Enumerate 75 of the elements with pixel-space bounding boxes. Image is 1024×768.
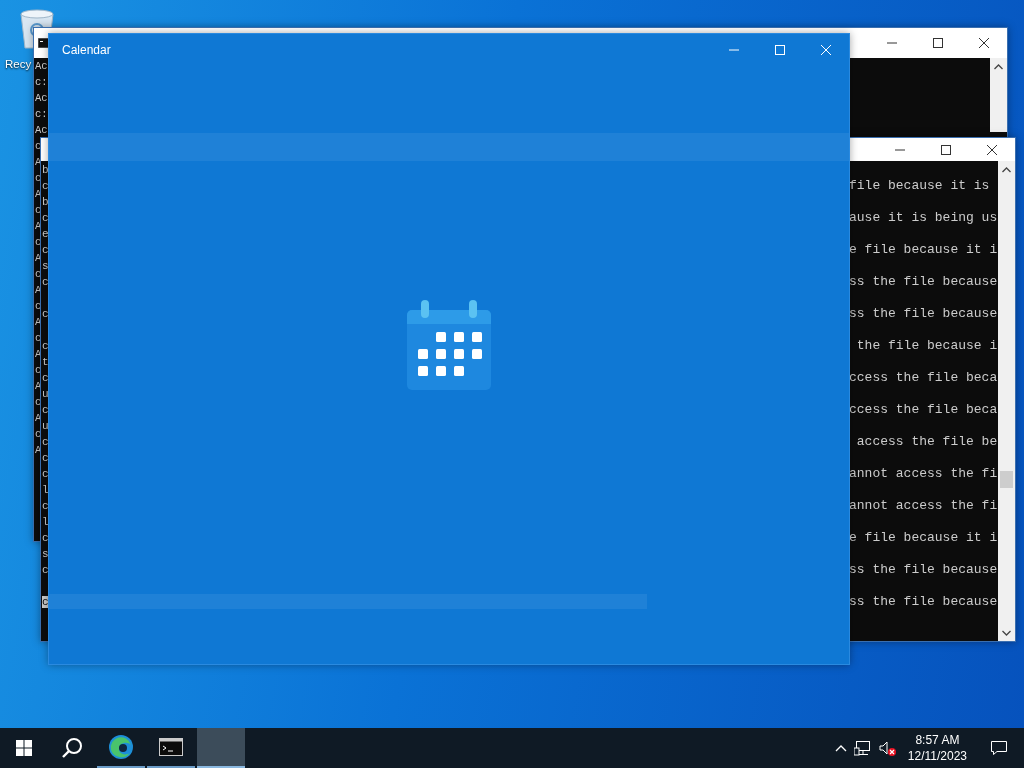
console-text: ss the file because	[849, 594, 998, 610]
console-text: c	[42, 308, 49, 320]
scroll-up-icon[interactable]	[994, 64, 1003, 70]
scroll-thumb[interactable]	[1000, 471, 1013, 488]
console-line: c	[35, 299, 42, 314]
close-icon[interactable]	[987, 144, 997, 155]
window-title: Calendar	[62, 43, 111, 57]
console-line: c	[35, 331, 42, 346]
console-line: c	[35, 267, 42, 282]
clock[interactable]: 8:57 AM 12/11/2023	[907, 732, 967, 764]
terminal-icon[interactable]	[159, 738, 183, 756]
text-selection: c	[42, 596, 49, 608]
console-text: access the file be	[855, 434, 998, 450]
console-line: Ac	[35, 123, 48, 138]
console-text: c	[42, 468, 49, 480]
console-line: c	[35, 203, 42, 218]
console-text: c	[42, 276, 49, 288]
console-text: s	[42, 548, 49, 560]
console-text: u	[42, 388, 49, 400]
console-line: c	[35, 395, 42, 410]
console-text: c	[42, 244, 49, 256]
console-text: ss the file because	[849, 562, 998, 578]
console-text: c	[42, 404, 49, 416]
search-icon[interactable]	[61, 737, 83, 759]
console-text: c	[42, 564, 49, 576]
console-text: ause it is being us	[849, 210, 998, 226]
console-text: b	[42, 164, 49, 176]
console-text: ss the file because	[849, 306, 998, 322]
network-icon[interactable]	[853, 740, 872, 756]
close-icon[interactable]	[979, 38, 989, 48]
scroll-down-icon[interactable]	[1002, 630, 1011, 636]
console-text: l	[42, 484, 49, 496]
calendar-icon	[406, 300, 492, 392]
console-line: Ac	[35, 59, 48, 74]
console-text: u	[42, 420, 49, 432]
chevron-up-icon[interactable]	[834, 744, 847, 752]
console-text: e	[42, 228, 49, 240]
console-text: ss the file because	[849, 274, 998, 290]
console-text: s	[42, 260, 49, 272]
console-line: c:	[35, 107, 48, 122]
console-line: c	[35, 171, 42, 186]
console-text: ccess the file beca	[849, 370, 998, 386]
console-text: c	[42, 212, 49, 224]
maximize-icon[interactable]	[933, 38, 943, 48]
console-text: annot access the fi	[849, 466, 998, 482]
edge-icon[interactable]	[108, 734, 134, 760]
console-text: file because it is	[849, 178, 990, 194]
console-text: b	[42, 196, 49, 208]
console-text: c	[42, 500, 49, 512]
console-line: c:	[35, 75, 48, 90]
console-text: c	[42, 372, 49, 384]
console-text: c	[42, 452, 49, 464]
console-text: e file because it i	[849, 242, 998, 258]
console-text: c	[42, 180, 49, 192]
notification-icon[interactable]	[990, 740, 1008, 756]
volume-icon[interactable]	[878, 740, 897, 756]
maximize-icon[interactable]	[941, 144, 951, 155]
console-text: annot access the fi	[849, 498, 998, 514]
console-text: c	[42, 532, 49, 544]
scroll-up-icon[interactable]	[1002, 167, 1011, 173]
console-text: l	[42, 516, 49, 528]
console-text: the file because i	[855, 338, 998, 354]
console-line: c	[35, 427, 42, 442]
console-line: c	[35, 139, 42, 154]
scrollbar[interactable]	[998, 161, 1015, 641]
console-text: e file because it i	[849, 530, 998, 546]
console-line: Ac	[35, 91, 48, 106]
console-text: ccess the file beca	[849, 402, 998, 418]
console-line: c	[35, 363, 42, 378]
console-text: c	[42, 340, 49, 352]
console-text: c	[42, 436, 49, 448]
start-icon[interactable]	[16, 740, 32, 756]
console-text: t	[42, 356, 49, 368]
scrollbar[interactable]	[990, 58, 1007, 132]
console-line: c	[35, 235, 42, 250]
